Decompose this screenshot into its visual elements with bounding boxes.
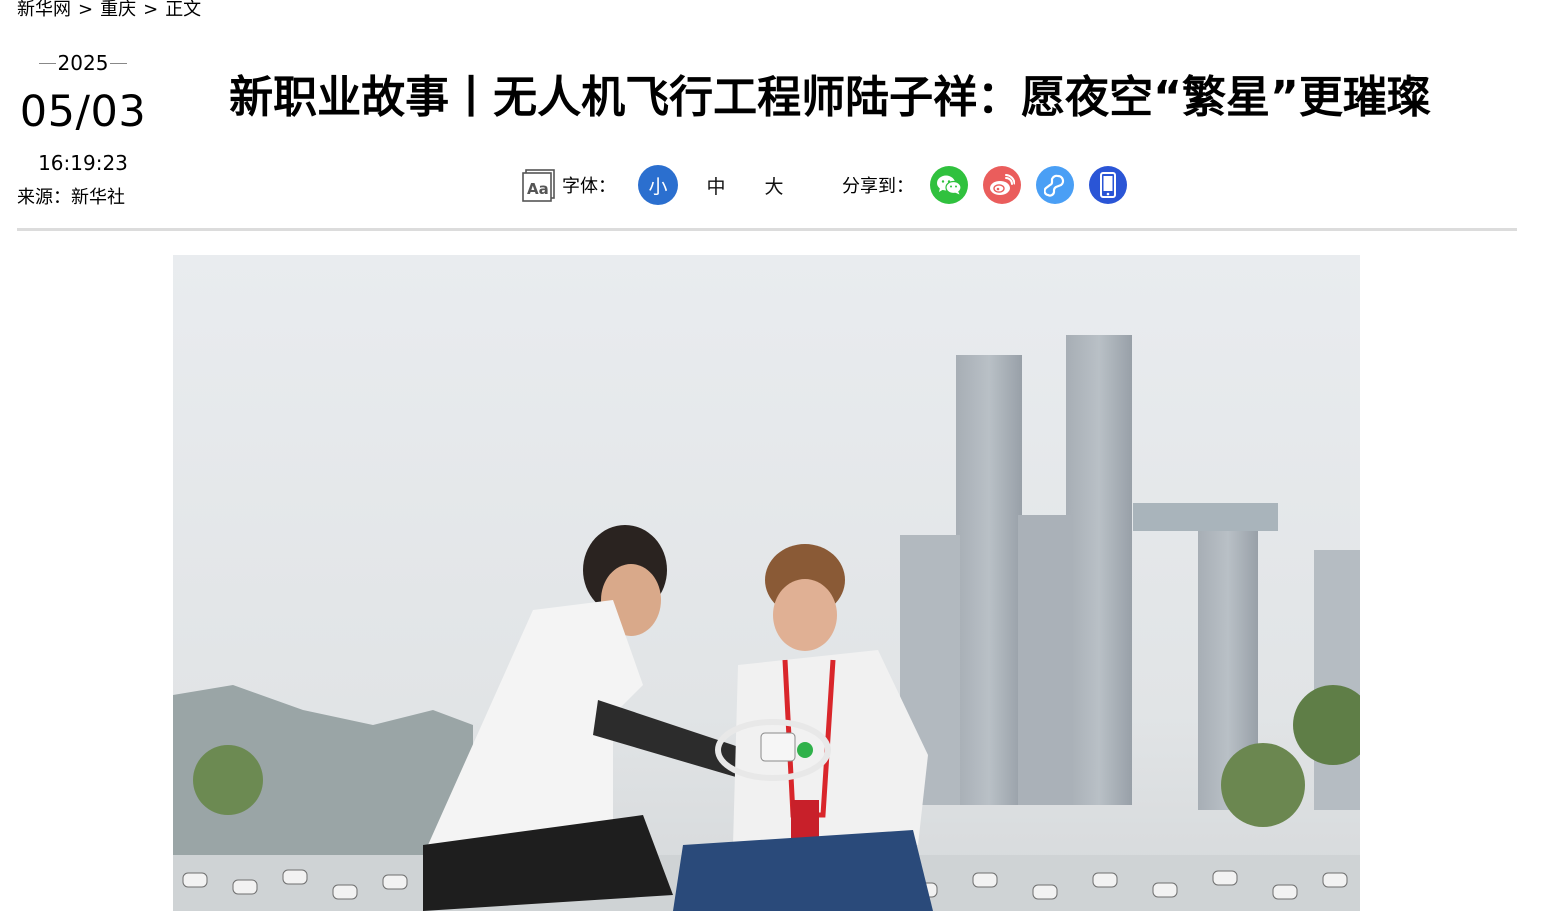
breadcrumb-separator: > [78,0,94,20]
header-divider [17,228,1517,231]
publish-time: 16:19:23 [38,151,128,175]
publish-year: 2025 [57,51,109,75]
article-toolbar: Aa 字体： 小 中 大 分享到： [522,165,1142,205]
breadcrumb-current: 正文 [165,0,202,20]
year-divider-right [110,62,127,64]
mobile-icon [1100,172,1116,198]
share-weibo-button[interactable] [983,166,1021,204]
font-size-large-button[interactable]: 大 [754,165,794,205]
year-divider-left [39,62,56,64]
font-size-small-button[interactable]: 小 [638,165,678,205]
breadcrumb-separator: > [143,0,159,20]
svg-text:Aa: Aa [527,180,549,198]
font-size-icon: Aa [522,169,555,202]
share-mobile-button[interactable] [1089,166,1127,204]
publish-year-row: 2025 [37,50,129,76]
publish-month-day: 05/03 [19,87,147,137]
breadcrumb: 新华网 > 重庆 > 正文 [17,0,201,22]
breadcrumb-home-link[interactable]: 新华网 [17,0,71,22]
breadcrumb-chongqing-link[interactable]: 重庆 [100,0,136,22]
wechat-icon [937,175,962,195]
article-photo [173,255,1360,911]
font-size-medium-button[interactable]: 中 [696,165,736,205]
font-size-label: 字体： [562,176,616,197]
share-mini-program-button[interactable] [1036,166,1074,204]
share-wechat-button[interactable] [930,166,968,204]
mini-program-icon [1044,174,1065,197]
weibo-icon [990,174,1015,195]
article-title: 新职业故事丨无人机飞行工程师陆子祥：愿夜空“繁星”更璀璨 [229,72,1431,123]
article-source: 来源：新华社 [17,187,125,208]
share-label: 分享到： [842,176,914,197]
